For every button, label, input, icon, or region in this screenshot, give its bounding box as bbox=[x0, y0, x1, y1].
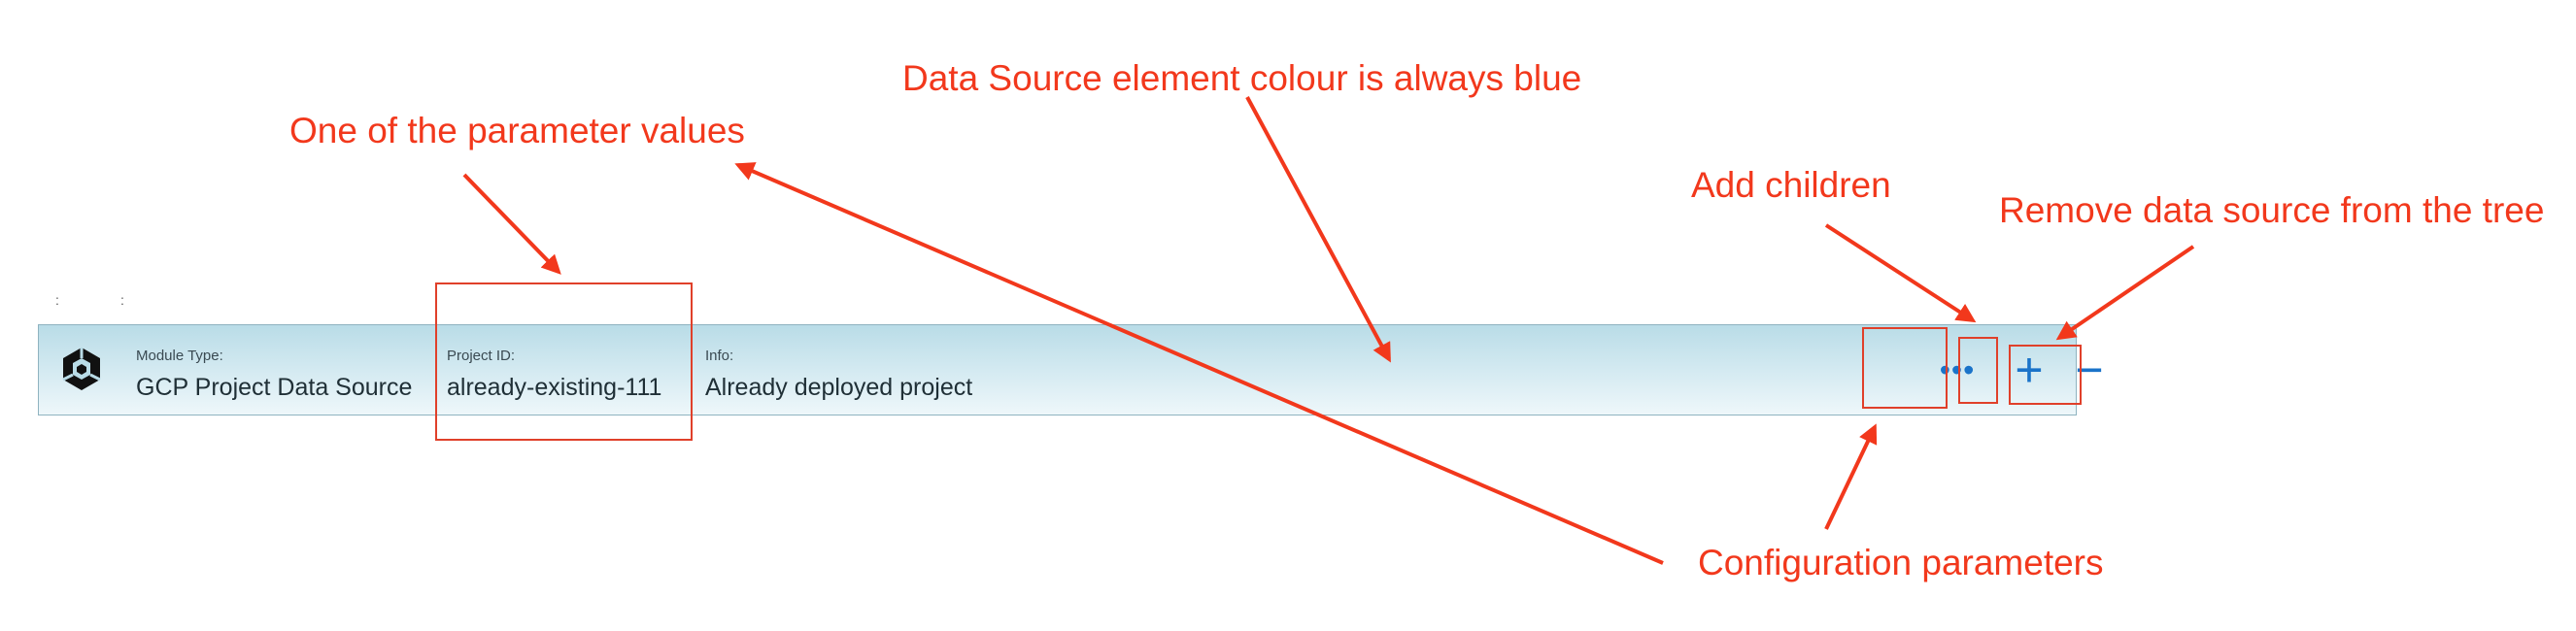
add-children-annotation: Add children bbox=[1691, 165, 1891, 205]
configuration-annotation: Configuration parameters bbox=[1698, 543, 2104, 582]
parameter-value-annotation: One of the parameter values bbox=[289, 111, 745, 150]
remove-source-annotation: Remove data source from the tree bbox=[1999, 190, 2545, 230]
blue-colour-annotation: Data Source element colour is always blu… bbox=[902, 58, 1582, 98]
